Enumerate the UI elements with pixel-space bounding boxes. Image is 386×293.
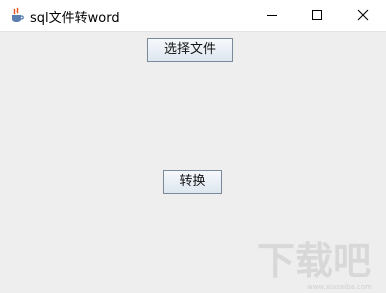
minimize-button[interactable] — [249, 0, 295, 31]
select-file-button[interactable]: 选择文件 — [147, 38, 233, 62]
close-button[interactable] — [340, 0, 386, 31]
maximize-button[interactable] — [294, 0, 340, 31]
maximize-icon — [312, 10, 322, 20]
title-bar: sql文件转word — [0, 0, 386, 32]
watermark-logo: 下载吧 www.xiazaiba.com — [257, 239, 372, 291]
app-window: sql文件转word 选择文件 转换 下载吧 www.xiazaiba.com — [0, 0, 386, 293]
watermark-text: 下载吧 — [257, 239, 371, 283]
convert-button[interactable]: 转换 — [163, 170, 222, 194]
java-cup-icon — [9, 7, 25, 23]
close-icon — [357, 9, 369, 21]
minimize-icon — [267, 15, 277, 16]
watermark-url: www.xiazaiba.com — [307, 283, 372, 291]
window-title: sql文件转word — [30, 11, 120, 26]
